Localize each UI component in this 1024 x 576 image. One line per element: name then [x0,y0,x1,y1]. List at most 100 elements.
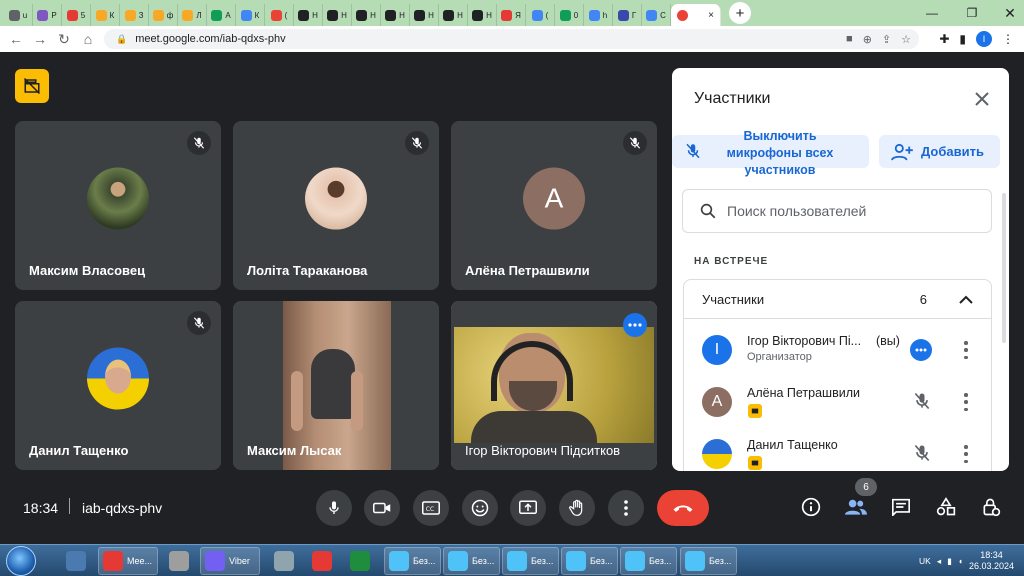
pinned-app-icon[interactable] [62,547,90,575]
host-controls-icon[interactable] [15,69,49,103]
kebab-menu-icon[interactable] [962,445,970,463]
browser-tab[interactable]: К [91,4,120,26]
close-window-button[interactable]: ✕ [990,0,1024,26]
people-icon[interactable] [843,494,869,520]
list-item[interactable]: Данил Тащенко [684,428,993,471]
taskbar-window-button[interactable]: Без... [561,547,618,575]
browser-tab[interactable]: Н [410,4,439,26]
menu-icon[interactable]: ⋮ [1002,32,1014,46]
participant-video-tile-self[interactable]: Ігор Вікторович Підситков [451,301,657,470]
new-tab-button[interactable]: + [729,2,751,24]
start-button[interactable] [6,546,36,576]
reactions-button[interactable] [462,490,498,526]
raise-hand-button[interactable] [559,490,595,526]
browser-tab[interactable]: 0 [555,4,584,26]
browser-tab[interactable]: К [236,4,265,26]
sidepanel-icon[interactable]: ▮ [959,32,966,46]
browser-tab[interactable]: P [33,4,62,26]
activities-icon[interactable] [933,494,959,520]
leave-call-button[interactable] [657,490,709,526]
microphone-button[interactable] [316,490,352,526]
browser-tab[interactable]: Н [439,4,468,26]
list-item[interactable]: А Алёна Петрашвили [684,376,993,428]
you-label: (вы) [876,334,900,348]
browser-tab[interactable]: С [642,4,671,26]
browser-tab[interactable]: Л [178,4,207,26]
pinned-app-icon[interactable] [165,547,193,575]
forward-icon[interactable]: → [28,27,52,51]
browser-tab[interactable]: З [120,4,149,26]
participant-tile[interactable]: Лоліта Тараканова [233,121,439,290]
taskbar-window-button[interactable]: Без... [620,547,677,575]
taskbar-window-button[interactable]: Без... [502,547,559,575]
browser-tab[interactable]: Н [381,4,410,26]
camera-button[interactable] [364,490,400,526]
more-options-button[interactable] [608,490,644,526]
meeting-info-icon[interactable] [798,494,824,520]
kebab-menu-icon[interactable] [962,393,970,411]
browser-tab[interactable]: u [4,4,33,26]
participants-group-header[interactable]: Участники 6 [683,279,992,319]
close-icon[interactable] [971,88,993,110]
taskbar-window-button[interactable]: Mee... [98,547,158,575]
browser-tab[interactable]: Н [323,4,352,26]
tray-icon[interactable]: ◂ [937,556,941,567]
zoom-icon[interactable]: ⊕ [863,33,872,46]
clock[interactable]: 18:34 26.03.2024 [969,550,1014,572]
tab-favicon-icon [414,9,426,21]
restore-button[interactable]: ❐ [952,0,992,26]
list-item[interactable]: І Ігор Вікторович Пі... (вы) Организатор [684,324,993,376]
camera-in-use-icon[interactable]: ■ [846,33,853,45]
participant-tile[interactable]: Данил Тащенко [15,301,221,470]
minimize-button[interactable]: — [912,0,952,26]
active-browser-tab[interactable]: × [671,4,721,26]
address-bar[interactable]: 🔒 meet.google.com/iab-qdxs-phv ■ ⊕ ⇪ ☆ [104,29,919,49]
taskbar-window-button[interactable]: Viber [200,547,260,575]
language-indicator[interactable]: UK [919,556,931,566]
avatar [87,167,149,230]
browser-tab[interactable]: Я [497,4,526,26]
pinned-app-icon[interactable] [308,547,336,575]
more-options-icon[interactable] [910,339,932,361]
browser-tab[interactable]: ( [265,4,294,26]
taskbar-window-button[interactable]: Без... [443,547,500,575]
panel-scrollbar[interactable] [1002,193,1006,343]
host-lock-icon[interactable] [978,494,1004,520]
volume-icon[interactable]: ◖ [958,556,963,566]
chevron-up-icon[interactable] [959,295,973,304]
participant-video-tile[interactable]: Максим Лысак [233,301,439,470]
browser-tab[interactable]: h [584,4,613,26]
kebab-menu-icon[interactable] [962,341,970,359]
bookmark-star-icon[interactable]: ☆ [901,33,911,46]
taskbar-window-button[interactable]: Без... [384,547,441,575]
participant-tile[interactable]: А Алёна Петрашвили [451,121,657,290]
captions-button[interactable]: CC [413,490,449,526]
role-label: Организатор [747,351,812,363]
profile-avatar[interactable]: I [976,31,992,47]
add-people-button[interactable]: Добавить [879,135,1000,168]
browser-tab[interactable]: Н [352,4,381,26]
extensions-icon[interactable]: ✚ [939,32,949,46]
browser-tab[interactable]: ф [149,4,178,26]
pinned-app-icon[interactable] [346,547,374,575]
browser-tab[interactable]: Н [294,4,323,26]
taskbar-window-button[interactable]: Без... [680,547,737,575]
network-icon[interactable]: ▮ [947,556,952,567]
chat-icon[interactable] [888,494,914,520]
back-icon[interactable]: ← [4,27,28,51]
pinned-app-icon[interactable] [270,547,298,575]
close-tab-icon[interactable]: × [708,10,714,21]
share-icon[interactable]: ⇪ [882,33,891,46]
reload-icon[interactable]: ↻ [52,27,76,51]
browser-tab[interactable]: А [207,4,236,26]
browser-tab[interactable]: Г [613,4,642,26]
browser-tab[interactable]: ( [526,4,555,26]
participant-tile[interactable]: Максим Власовец [15,121,221,290]
home-icon[interactable]: ⌂ [76,27,100,51]
browser-tab[interactable]: Н [468,4,497,26]
browser-tab[interactable]: 5 [62,4,91,26]
search-input[interactable]: Поиск пользователей [682,189,992,233]
more-options-icon[interactable] [623,313,647,337]
present-screen-button[interactable] [510,490,546,526]
mute-all-button[interactable]: Выключить микрофоны всех участников [672,129,869,177]
